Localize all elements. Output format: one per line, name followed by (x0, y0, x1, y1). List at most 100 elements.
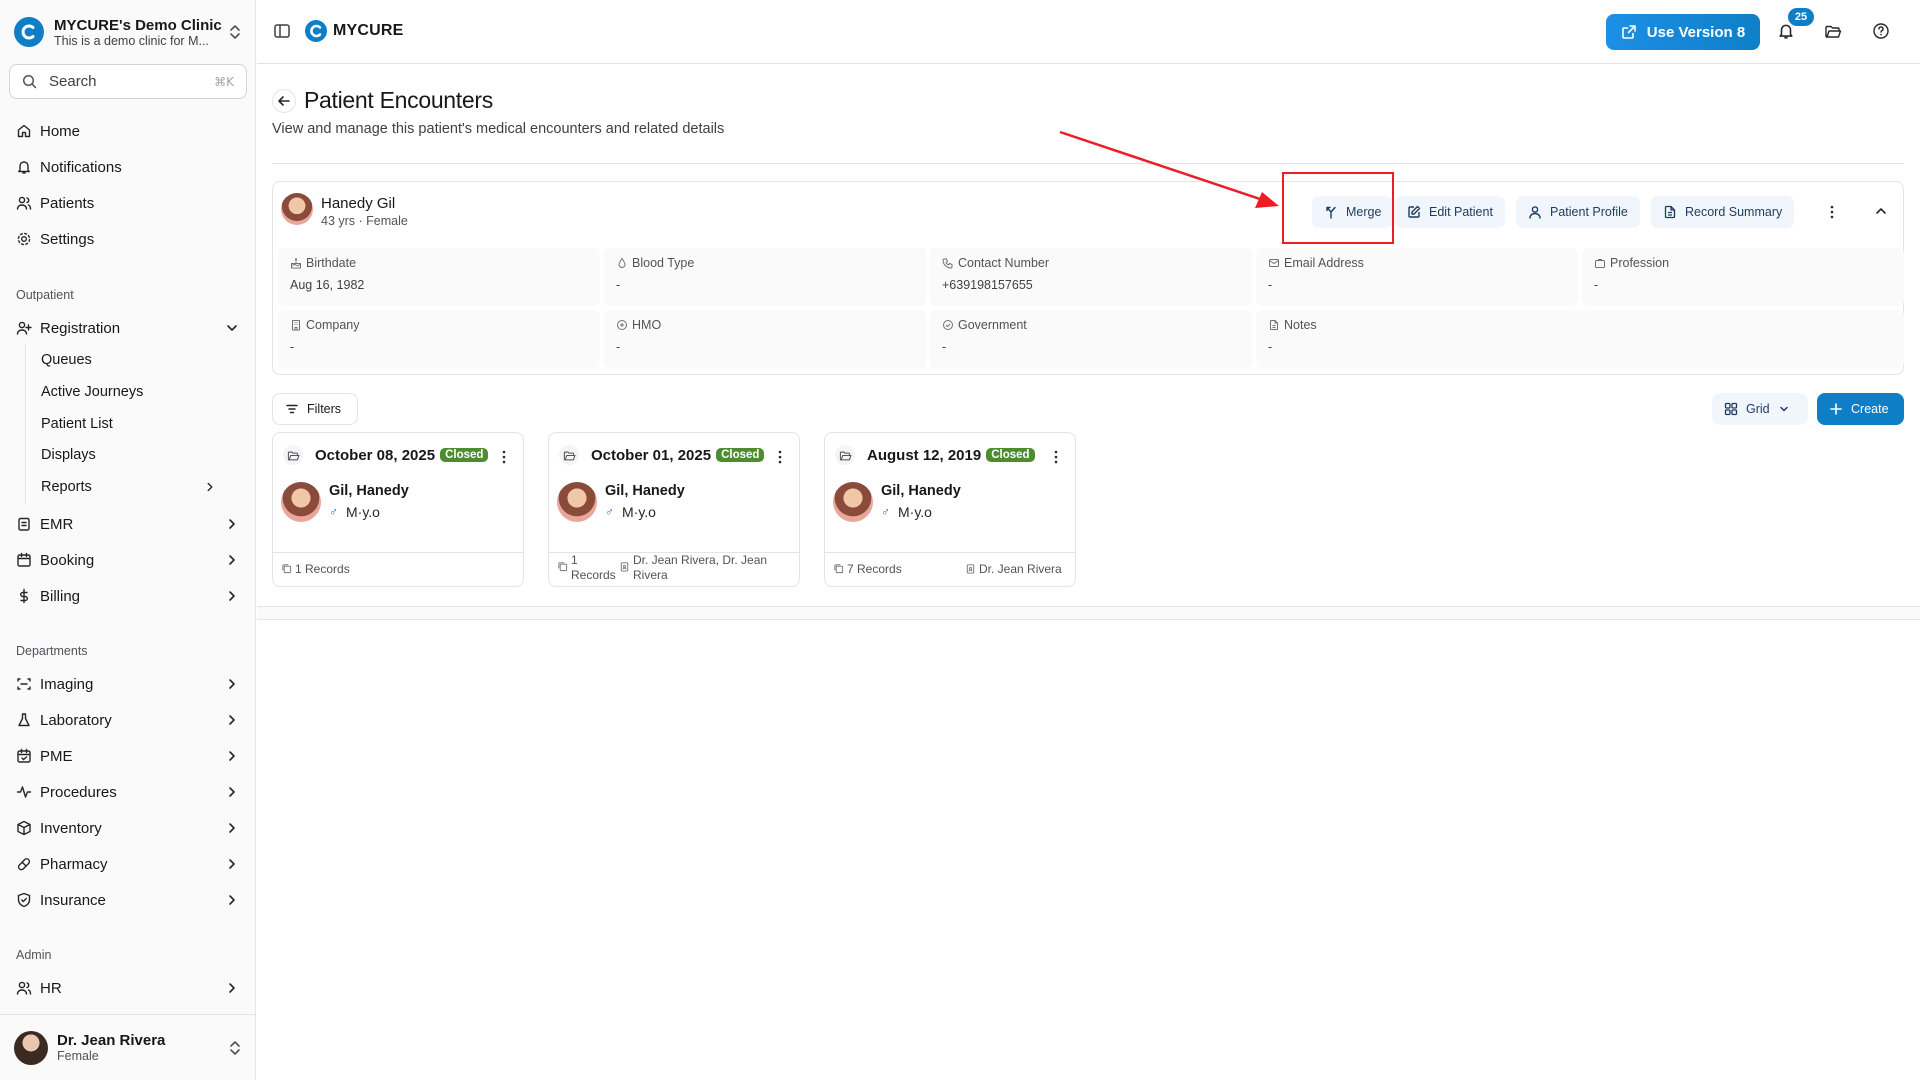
edit-patient-button[interactable]: Edit Patient (1395, 196, 1505, 228)
avatar (14, 1030, 48, 1065)
field-company: Company - (278, 310, 600, 368)
encounter-date: August 12, 2019 (867, 446, 982, 464)
more-vertical-icon[interactable] (1825, 204, 1839, 220)
help-icon[interactable] (1872, 22, 1890, 40)
cake-icon (291, 257, 301, 269)
patient-profile-button[interactable]: Patient Profile (1516, 196, 1640, 228)
top-bar: MYCURE Use Version 8 25 (257, 0, 1920, 64)
chevron-right-icon (224, 980, 240, 996)
shield-plus-icon (617, 320, 627, 330)
view-mode-select[interactable]: Grid (1712, 393, 1808, 425)
record-summary-label: Record Summary (1685, 205, 1783, 219)
status-badge: Closed (986, 448, 1035, 462)
sidebar-item-imaging[interactable]: Imaging (16, 669, 240, 699)
chevron-up-icon[interactable] (1874, 204, 1888, 218)
search-input[interactable]: Search ⌘K (9, 64, 247, 99)
sidebar-item-settings[interactable]: Settings (16, 224, 240, 254)
sidebar-item-home[interactable]: Home (16, 116, 240, 146)
field-blood-type: Blood Type - (604, 248, 926, 306)
chevron-right-icon (224, 892, 240, 908)
sidebar-item-registration[interactable]: Registration (16, 313, 240, 343)
avatar (281, 482, 321, 522)
record-summary-button[interactable]: Record Summary (1651, 196, 1795, 228)
sidebar-toggle-icon[interactable] (273, 22, 291, 40)
folder-icon[interactable] (1824, 22, 1842, 40)
sidebar-item-laboratory[interactable]: Laboratory (16, 705, 240, 735)
field-value: - (942, 340, 947, 354)
encounter-card[interactable]: October 08, 2025 Closed Gil, Hanedy ♂ M·y… (272, 432, 524, 587)
external-link-icon (1621, 25, 1636, 39)
copy-icon (834, 564, 844, 574)
more-vertical-icon[interactable] (777, 449, 783, 465)
sidebar-subitem-active-journeys[interactable]: Active Journeys (41, 380, 217, 404)
badge-check-icon (943, 320, 953, 330)
field-government: Government - (930, 310, 1252, 368)
avatar (557, 482, 597, 522)
encounter-doctor: Dr. Jean Rivera (979, 562, 1062, 576)
copy-icon (558, 562, 568, 572)
sidebar-item-label: HR (40, 979, 62, 997)
encounter-card[interactable]: October 01, 2025 Closed Gil, Hanedy ♂ M·y… (548, 432, 800, 587)
field-label: Contact Number (958, 256, 1050, 270)
sidebar-subitem-queues[interactable]: Queues (41, 348, 217, 372)
encounter-patient-name: Gil, Hanedy (881, 483, 961, 499)
sidebar-item-notifications[interactable]: Notifications (16, 152, 240, 182)
sidebar-item-inventory[interactable]: Inventory (16, 813, 240, 843)
field-value: - (616, 340, 621, 354)
more-vertical-icon[interactable] (1053, 449, 1059, 465)
edit-icon (1408, 205, 1421, 218)
encounter-records-label: Records (571, 568, 616, 582)
encounter-records: 7 Records (847, 562, 902, 576)
filters-button[interactable]: Filters (272, 393, 358, 425)
encounter-records-count: 1 (571, 553, 578, 567)
sidebar-item-hr[interactable]: HR (16, 973, 240, 1003)
section-label-admin: Admin (16, 948, 52, 962)
field-label: Email Address (1284, 256, 1364, 270)
sidebar-item-patients[interactable]: Patients (16, 188, 240, 218)
search-icon (22, 74, 37, 89)
phone-icon (942, 258, 953, 269)
briefcase-icon (1595, 259, 1605, 268)
field-value: - (290, 340, 295, 354)
user-menu[interactable]: Dr. Jean Rivera Female (0, 1014, 256, 1080)
sidebar-item-booking[interactable]: Booking (16, 545, 240, 575)
sidebar-item-billing[interactable]: Billing (16, 581, 240, 611)
sidebar-item-label: Patients (40, 194, 95, 212)
sidebar-item-label: EMR (40, 515, 74, 533)
chevrons-up-down-icon (228, 24, 242, 40)
encounter-records: 1 Records (295, 562, 350, 576)
sidebar-item-label: Billing (40, 587, 81, 605)
grid-icon (1724, 402, 1738, 416)
pill-icon (16, 856, 32, 872)
sidebar-subitem-reports[interactable]: Reports (41, 475, 217, 499)
more-vertical-icon[interactable] (501, 449, 507, 465)
encounter-card[interactable]: August 12, 2019 Closed Gil, Hanedy ♂ M·y.… (824, 432, 1076, 587)
annotation-arrow-icon (1059, 130, 1279, 208)
use-version-button[interactable]: Use Version 8 (1606, 14, 1760, 50)
create-button[interactable]: Create (1817, 393, 1904, 425)
chevron-right-icon (224, 676, 240, 692)
sidebar-item-pme[interactable]: PME (16, 741, 240, 771)
chevron-right-icon (224, 856, 240, 872)
clinic-switcher[interactable]: MYCURE's Demo Clinic This is a demo clin… (14, 14, 242, 50)
sidebar-item-pharmacy[interactable]: Pharmacy (16, 849, 240, 879)
chevron-right-icon (224, 748, 240, 764)
annotation-highlight-box (1282, 172, 1394, 244)
back-button[interactable] (272, 89, 296, 113)
scan-icon (16, 676, 32, 692)
sidebar-subitem-patient-list[interactable]: Patient List (41, 412, 217, 436)
sidebar-item-emr[interactable]: EMR (16, 509, 240, 539)
folder-open-icon (283, 445, 303, 465)
sidebar-item-procedures[interactable]: Procedures (16, 777, 240, 807)
sidebar-subitem-displays[interactable]: Displays (41, 443, 217, 467)
encounter-doctor-cont: Rivera (633, 568, 668, 582)
encounter-footer: 1 Records (273, 552, 523, 586)
user-plus-icon (16, 320, 32, 336)
field-label: Notes (1284, 318, 1317, 332)
sidebar-item-insurance[interactable]: Insurance (16, 885, 240, 915)
avatar (281, 193, 313, 225)
patient-age-sex: 43 yrs · Female (321, 214, 408, 228)
flask-icon (16, 712, 32, 728)
chevron-right-icon (224, 784, 240, 800)
brand-logo: MYCURE (305, 20, 404, 42)
